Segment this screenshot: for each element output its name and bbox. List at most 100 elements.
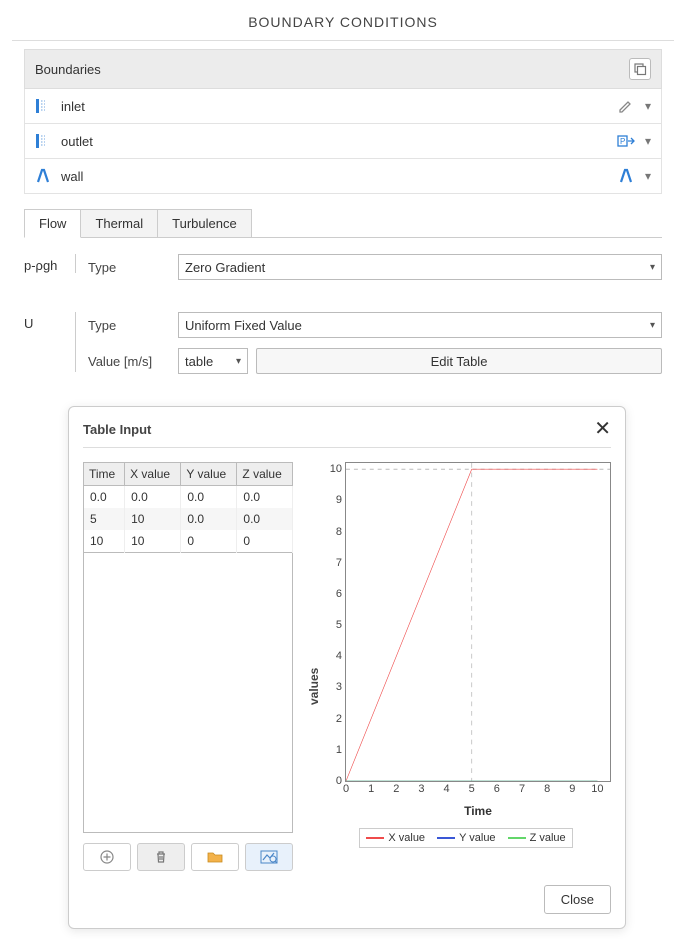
p-rgh-type-select[interactable]: Zero Gradient ▾ (178, 254, 662, 280)
plus-icon (100, 850, 114, 864)
legend-item: X value (366, 832, 425, 844)
xtick: 1 (368, 783, 374, 795)
type-label: Type (88, 260, 178, 275)
legend-label: X value (388, 832, 425, 844)
ytick: 4 (336, 650, 342, 662)
page-title: BOUNDARY CONDITIONS (0, 0, 686, 40)
tabs: Flow Thermal Turbulence (24, 208, 662, 237)
close-button[interactable]: Close (544, 885, 611, 914)
close-icon[interactable]: ✕ (594, 419, 611, 439)
chart-preview-icon (260, 850, 278, 864)
xtick: 3 (418, 783, 424, 795)
table-empty-area[interactable] (83, 553, 293, 833)
u-label: U (24, 312, 76, 372)
ytick: 8 (336, 526, 342, 538)
chevron-down-icon[interactable]: ▾ (645, 99, 651, 113)
open-file-button[interactable] (191, 843, 239, 871)
inlet-icon (35, 98, 49, 114)
ytick: 6 (336, 588, 342, 600)
boundary-row-inlet[interactable]: inlet ▾ (24, 89, 662, 124)
table-cell[interactable]: 0.0 (125, 486, 181, 509)
wall-type-icon[interactable] (617, 167, 635, 185)
table-row[interactable]: 0.00.00.00.0 (84, 486, 293, 509)
p-rgh-label: p-ρgh (24, 254, 76, 273)
table-cell[interactable]: 5 (84, 508, 125, 530)
divider (12, 40, 674, 41)
ytick: 3 (336, 681, 342, 693)
table-cell[interactable]: 0 (181, 530, 237, 553)
table-row[interactable]: 5100.00.0 (84, 508, 293, 530)
xtick: 8 (544, 783, 550, 795)
table-row[interactable]: 101000 (84, 530, 293, 553)
chart-xlabel: Time (345, 804, 611, 818)
chart-svg (346, 463, 610, 781)
divider (83, 447, 611, 448)
xtick: 5 (469, 783, 475, 795)
outlet-icon (35, 133, 49, 149)
table-cell[interactable]: 10 (125, 530, 181, 553)
data-table[interactable]: TimeX valueY valueZ value 0.00.00.00.051… (83, 462, 293, 553)
table-cell[interactable]: 0.0 (84, 486, 125, 509)
xtick: 0 (343, 783, 349, 795)
preview-chart-button[interactable] (245, 843, 293, 871)
tab-turbulence[interactable]: Turbulence (158, 209, 252, 238)
xtick: 9 (569, 783, 575, 795)
legend-line-icon (437, 837, 455, 839)
wall-icon (35, 168, 49, 184)
delete-row-button[interactable] (137, 843, 185, 871)
ytick: 7 (336, 557, 342, 569)
table-cell[interactable]: 0.0 (181, 508, 237, 530)
boundary-row-wall[interactable]: wall ▾ (24, 159, 662, 194)
xtick: 4 (444, 783, 450, 795)
chart-plot-area: 012345678910 012345678910 (345, 462, 611, 782)
pressure-outlet-icon[interactable]: P (617, 132, 635, 150)
boundaries-label: Boundaries (35, 62, 101, 77)
table-cell[interactable]: 0.0 (237, 508, 293, 530)
u-value-mode: table (185, 354, 213, 369)
table-header[interactable]: Time (84, 463, 125, 486)
table-cell[interactable]: 0 (237, 530, 293, 553)
edit-icon[interactable] (617, 97, 635, 115)
copy-icon (633, 62, 647, 76)
legend-item: Z value (508, 832, 566, 844)
table-header[interactable]: X value (125, 463, 181, 486)
legend-label: Y value (459, 832, 496, 844)
chevron-down-icon[interactable]: ▾ (645, 134, 651, 148)
tab-thermal[interactable]: Thermal (81, 209, 158, 238)
boundary-name: inlet (61, 99, 85, 114)
trash-icon (154, 850, 168, 864)
tab-flow[interactable]: Flow (24, 209, 81, 238)
dialog-title: Table Input (83, 422, 151, 437)
table-cell[interactable]: 0.0 (181, 486, 237, 509)
boundaries-header: Boundaries (24, 49, 662, 89)
ytick: 2 (336, 713, 342, 725)
ytick: 10 (330, 463, 342, 475)
chart-legend: X value Y value Z value (359, 828, 572, 848)
boundary-name: outlet (61, 134, 93, 149)
u-value-mode-select[interactable]: table ▾ (178, 348, 248, 374)
chart-ylabel: values (305, 462, 321, 871)
chevron-down-icon: ▾ (236, 356, 241, 367)
table-cell[interactable]: 10 (84, 530, 125, 553)
legend-line-icon (508, 837, 526, 839)
xtick: 6 (494, 783, 500, 795)
u-type-value: Uniform Fixed Value (185, 318, 302, 333)
boundary-row-outlet[interactable]: outlet P ▾ (24, 124, 662, 159)
edit-table-button[interactable]: Edit Table (256, 348, 662, 374)
copy-boundaries-button[interactable] (629, 58, 651, 80)
table-header[interactable]: Z value (237, 463, 293, 486)
legend-label: Z value (530, 832, 566, 844)
add-row-button[interactable] (83, 843, 131, 871)
boundary-name: wall (61, 169, 83, 184)
table-header[interactable]: Y value (181, 463, 237, 486)
table-input-dialog: Table Input ✕ TimeX valueY valueZ value … (68, 406, 626, 929)
xtick: 7 (519, 783, 525, 795)
table-cell[interactable]: 0.0 (237, 486, 293, 509)
svg-text:P: P (620, 137, 625, 146)
chevron-down-icon[interactable]: ▾ (645, 169, 651, 183)
legend-item: Y value (437, 832, 496, 844)
ytick: 0 (336, 775, 342, 787)
table-cell[interactable]: 10 (125, 508, 181, 530)
folder-icon (207, 850, 223, 864)
u-type-select[interactable]: Uniform Fixed Value ▾ (178, 312, 662, 338)
